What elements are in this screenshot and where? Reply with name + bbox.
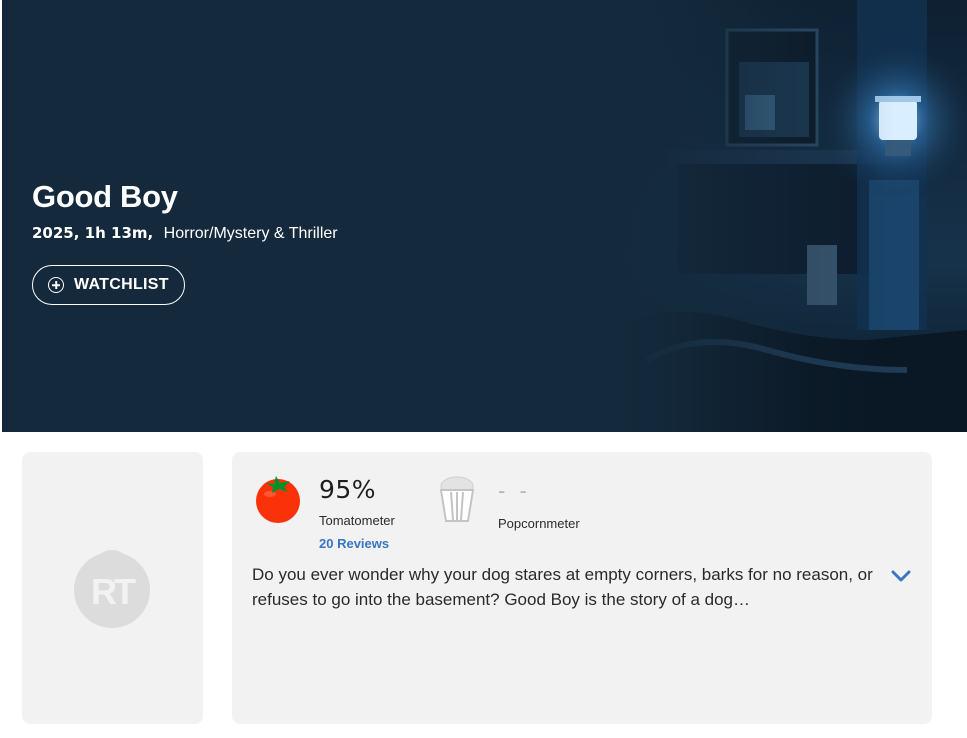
popcornmeter-score: - - <box>498 478 531 503</box>
plus-circle-icon <box>48 277 64 293</box>
movie-year-runtime: 2025, 1h 13m, <box>32 224 154 242</box>
synopsis-text: Do you ever wonder why your dog stares a… <box>252 565 873 609</box>
reviews-link[interactable]: 20 Reviews <box>319 536 389 551</box>
poster-placeholder[interactable]: RT <box>22 452 203 724</box>
chevron-down-icon[interactable] <box>891 569 911 583</box>
tomatometer-score: 95% <box>319 475 377 504</box>
tomato-icon <box>256 476 300 523</box>
watchlist-button[interactable]: WATCHLIST <box>32 265 185 305</box>
movie-title: Good Boy <box>32 179 178 214</box>
rt-logo-icon: RT <box>74 550 150 628</box>
watchlist-label: WATCHLIST <box>74 276 169 293</box>
movie-meta: 2025, 1h 13m, Horror/Mystery & Thriller <box>32 224 338 243</box>
movie-genre: Horror/Mystery & Thriller <box>163 225 338 242</box>
rt-logo-text: RT <box>91 571 136 612</box>
hero-banner: Good Boy 2025, 1h 13m, Horror/Mystery & … <box>2 0 967 432</box>
popcornmeter-label: Popcornmeter <box>498 516 580 531</box>
empty-popcorn-bucket-icon <box>439 476 475 522</box>
hero-gradient-overlay <box>607 0 967 432</box>
score-panel: 95% Tomatometer 20 Reviews - - Popcornme… <box>232 452 932 724</box>
tomatometer-label: Tomatometer <box>319 513 395 528</box>
